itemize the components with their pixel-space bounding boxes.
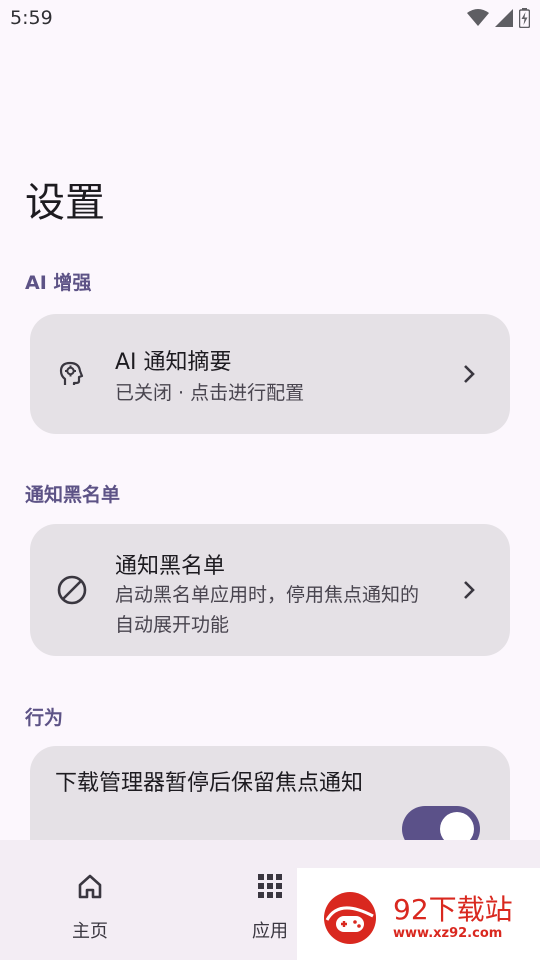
ai-summary-card[interactable]: AI 通知摘要 已关闭 · 点击进行配置 [30, 314, 510, 434]
watermark-url: www.xz92.com [393, 926, 503, 941]
status-icons [467, 8, 530, 28]
block-icon [57, 575, 87, 605]
keep-focus-notification-title: 下载管理器暂停后保留焦点通知 [55, 771, 364, 796]
gamepad-logo-icon [324, 892, 376, 944]
nav-item-home[interactable]: 主页 [45, 840, 135, 960]
section-header-behavior: 行为 [25, 707, 64, 729]
ai-summary-subtitle: 已关闭 · 点击进行配置 [115, 382, 305, 404]
apps-grid-icon [258, 874, 282, 898]
chevron-right-icon [464, 581, 475, 599]
blacklist-title: 通知黑名单 [115, 554, 226, 579]
nav-label-home: 主页 [72, 921, 108, 942]
signal-icon [495, 9, 513, 27]
watermark: 92下载站 www.xz92.com [297, 868, 540, 960]
status-time: 5:59 [10, 7, 53, 29]
blacklist-card[interactable]: 通知黑名单 启动黑名单应用时，停用焦点通知的自动展开功能 [30, 524, 510, 656]
ai-brain-icon [59, 361, 84, 385]
ai-summary-title: AI 通知摘要 [115, 350, 232, 375]
battery-icon [519, 8, 530, 28]
watermark-title: 92下载站 [393, 893, 513, 926]
section-header-ai: AI 增强 [25, 272, 92, 294]
page-title: 设置 [25, 180, 105, 226]
blacklist-subtitle: 启动黑名单应用时，停用焦点通知的自动展开功能 [115, 584, 420, 636]
wifi-icon [467, 9, 489, 26]
chevron-right-icon [464, 365, 475, 383]
home-icon [78, 874, 102, 899]
status-bar: 5:59 [0, 0, 540, 36]
section-header-blacklist: 通知黑名单 [25, 484, 121, 506]
